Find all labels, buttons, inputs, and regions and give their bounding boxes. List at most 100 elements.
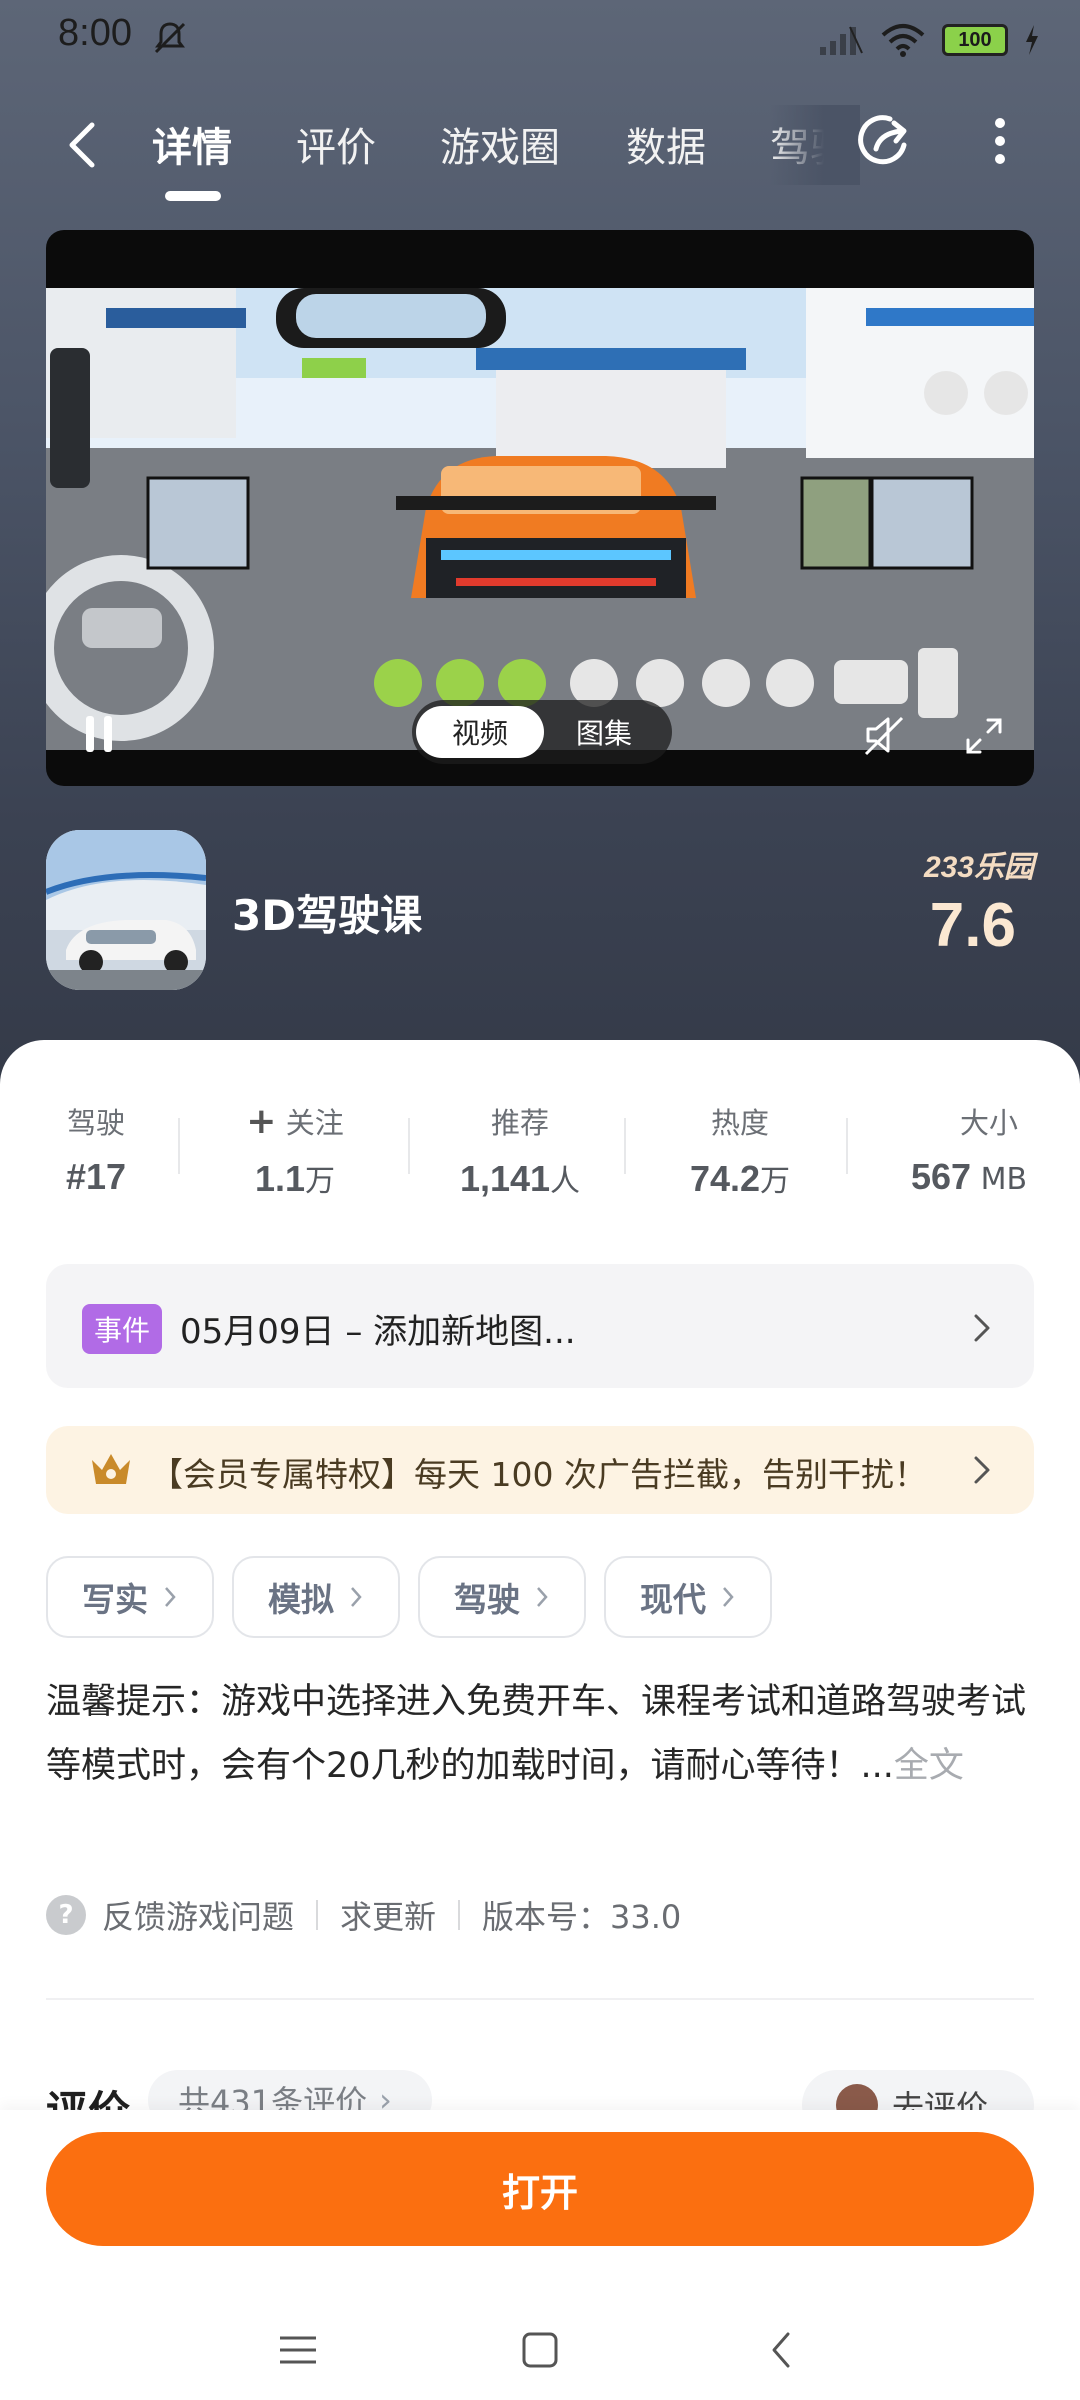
chevron-right-icon bbox=[537, 1587, 548, 1607]
battery-indicator: 100 bbox=[942, 24, 1008, 56]
stat-category-rank[interactable]: 驾驶 #17 bbox=[46, 1100, 146, 1198]
status-time: 8:00 bbox=[58, 12, 132, 54]
tag-label: 驾驶 bbox=[454, 1580, 520, 1619]
chevron-right-icon bbox=[723, 1587, 734, 1607]
chevron-right-icon bbox=[165, 1587, 176, 1607]
toggle-video[interactable]: 视频 bbox=[416, 706, 544, 758]
app-icon bbox=[46, 830, 206, 990]
review-count: 共431条评价 bbox=[178, 2083, 368, 2110]
read-more-link[interactable]: 全文 bbox=[894, 1746, 964, 1786]
stat-value: 74.2 bbox=[689, 1158, 761, 1199]
section-divider bbox=[46, 1998, 1034, 2000]
event-badge: 事件 bbox=[82, 1304, 162, 1354]
charging-icon bbox=[1026, 25, 1038, 55]
stat-value: 1,141 bbox=[459, 1158, 551, 1199]
volume-muted-icon[interactable] bbox=[860, 710, 910, 760]
report-issue-link[interactable]: 反馈游戏问题 bbox=[102, 1892, 294, 1938]
crown-icon bbox=[92, 1454, 130, 1484]
gameplay-video-frame bbox=[46, 288, 1034, 750]
divider bbox=[178, 1118, 180, 1174]
stat-label: 大小 bbox=[959, 1106, 1018, 1140]
chevron-right-icon bbox=[351, 1587, 362, 1607]
share-icon[interactable] bbox=[854, 109, 918, 173]
stat-size: 大小 567 MB bbox=[884, 1100, 1054, 1198]
version-text: 版本号：33.0 bbox=[482, 1898, 682, 1936]
cell-signal-icon bbox=[820, 26, 863, 55]
chevron-right-icon bbox=[974, 1314, 990, 1342]
vip-text: 【会员专属特权】每天 100 次广告拦截，告别干扰！ bbox=[150, 1455, 927, 1494]
tag-chip[interactable]: 写实 bbox=[46, 1556, 214, 1638]
stat-label: 热度 bbox=[710, 1106, 769, 1140]
top-navigation: 详情 评价 游戏圈 数据 驾驶 bbox=[0, 95, 1080, 205]
feedback-row: ? 反馈游戏问题 求更新 版本号：33.0 bbox=[46, 1890, 681, 1940]
divider bbox=[458, 1900, 461, 1930]
plus-icon: + bbox=[246, 1101, 277, 1142]
reviews-header: 评价 共431条评价 › 去评价 bbox=[0, 2050, 1080, 2110]
question-icon: ? bbox=[46, 1895, 86, 1935]
bottom-action-bar: 打开 bbox=[0, 2110, 1080, 2400]
back-arrow-icon[interactable] bbox=[58, 115, 108, 175]
more-options-icon[interactable] bbox=[980, 109, 1020, 173]
tag-label: 写实 bbox=[82, 1580, 148, 1619]
tag-chip[interactable]: 驾驶 bbox=[418, 1556, 586, 1638]
stat-label: 推荐 bbox=[490, 1106, 549, 1140]
tab-fade-overlay bbox=[770, 105, 860, 185]
platform-logo: 233乐园 bbox=[923, 851, 1034, 884]
stat-unit: 万 bbox=[305, 1164, 336, 1199]
tab-reviews[interactable]: 评价 bbox=[296, 115, 376, 173]
request-update-link[interactable]: 求更新 bbox=[340, 1892, 436, 1938]
write-review-button[interactable]: 去评价 bbox=[802, 2070, 1034, 2110]
stat-follow[interactable]: + 关注 1.1万 bbox=[220, 1100, 370, 1200]
tag-chip[interactable]: 现代 bbox=[604, 1556, 772, 1638]
pause-icon[interactable] bbox=[80, 712, 120, 756]
avatar bbox=[836, 2084, 878, 2110]
write-review-label: 去评价 bbox=[892, 2088, 989, 2110]
system-navigation-bar bbox=[0, 2310, 1080, 2390]
event-banner[interactable]: 事件 05月09日 – 添加新地图... bbox=[46, 1264, 1034, 1388]
stat-value: 567 bbox=[910, 1156, 972, 1197]
stat-unit: 万 bbox=[760, 1164, 791, 1199]
game-notice: 温馨提示：游戏中选择进入免费开车、课程考试和道路驾驶考试等模式时，会有个20几秒… bbox=[46, 1670, 1036, 1798]
open-app-button[interactable]: 打开 bbox=[46, 2132, 1034, 2246]
home-icon[interactable] bbox=[510, 2320, 570, 2380]
tag-label: 模拟 bbox=[268, 1580, 334, 1619]
stat-label: 关注 bbox=[285, 1106, 344, 1140]
bell-muted-icon bbox=[154, 22, 186, 54]
divider bbox=[408, 1118, 410, 1174]
menu-icon[interactable] bbox=[268, 2320, 328, 2380]
stat-unit: 人 bbox=[550, 1164, 581, 1199]
active-tab-indicator bbox=[165, 191, 221, 201]
notice-text: 温馨提示：游戏中选择进入免费开车、课程考试和道路驾驶考试等模式时，会有个20几秒… bbox=[46, 1682, 1027, 1786]
stat-recommend: 推荐 1,141人 bbox=[440, 1100, 600, 1200]
tag-list: 写实 模拟 驾驶 现代 bbox=[46, 1556, 1034, 1638]
fullscreen-icon[interactable] bbox=[962, 714, 1006, 758]
tab-game-circle[interactable]: 游戏圈 bbox=[440, 115, 560, 173]
stat-popularity: 热度 74.2万 bbox=[660, 1100, 820, 1200]
reviews-title: 评价 bbox=[46, 2078, 130, 2110]
tab-details[interactable]: 详情 bbox=[152, 115, 232, 173]
status-bar: 8:00 100 bbox=[0, 0, 1080, 80]
tag-chip[interactable]: 模拟 bbox=[232, 1556, 400, 1638]
divider bbox=[624, 1118, 626, 1174]
stat-unit: MB bbox=[971, 1162, 1028, 1197]
tab-data[interactable]: 数据 bbox=[626, 115, 706, 173]
stats-row: 驾驶 #17 + 关注 1.1万 推荐 1,141人 热度 74.2万 大小 5… bbox=[0, 1100, 1080, 1199]
stat-label: 驾驶 bbox=[66, 1106, 125, 1140]
app-score: 7.6 bbox=[929, 891, 1016, 960]
event-text: 05月09日 – 添加新地图... bbox=[180, 1312, 576, 1352]
chevron-right-icon bbox=[974, 1456, 990, 1484]
toggle-gallery[interactable]: 图集 bbox=[540, 706, 668, 758]
chevron-right-icon: › bbox=[379, 2081, 392, 2110]
divider bbox=[316, 1900, 319, 1930]
video-player[interactable]: 视频 图集 bbox=[46, 230, 1034, 786]
stat-value: 1.1 bbox=[254, 1158, 306, 1199]
app-name: 3D驾驶课 bbox=[232, 891, 423, 940]
back-icon[interactable] bbox=[752, 2320, 812, 2380]
vip-banner[interactable]: 【会员专属特权】每天 100 次广告拦截，告别干扰！ bbox=[46, 1426, 1034, 1514]
wifi-icon bbox=[881, 24, 925, 57]
media-toggle: 视频 图集 bbox=[412, 700, 672, 764]
review-count-chip[interactable]: 共431条评价 › bbox=[148, 2070, 432, 2110]
tag-label: 现代 bbox=[640, 1580, 706, 1619]
stat-value: #17 bbox=[65, 1156, 127, 1197]
divider bbox=[846, 1118, 848, 1174]
